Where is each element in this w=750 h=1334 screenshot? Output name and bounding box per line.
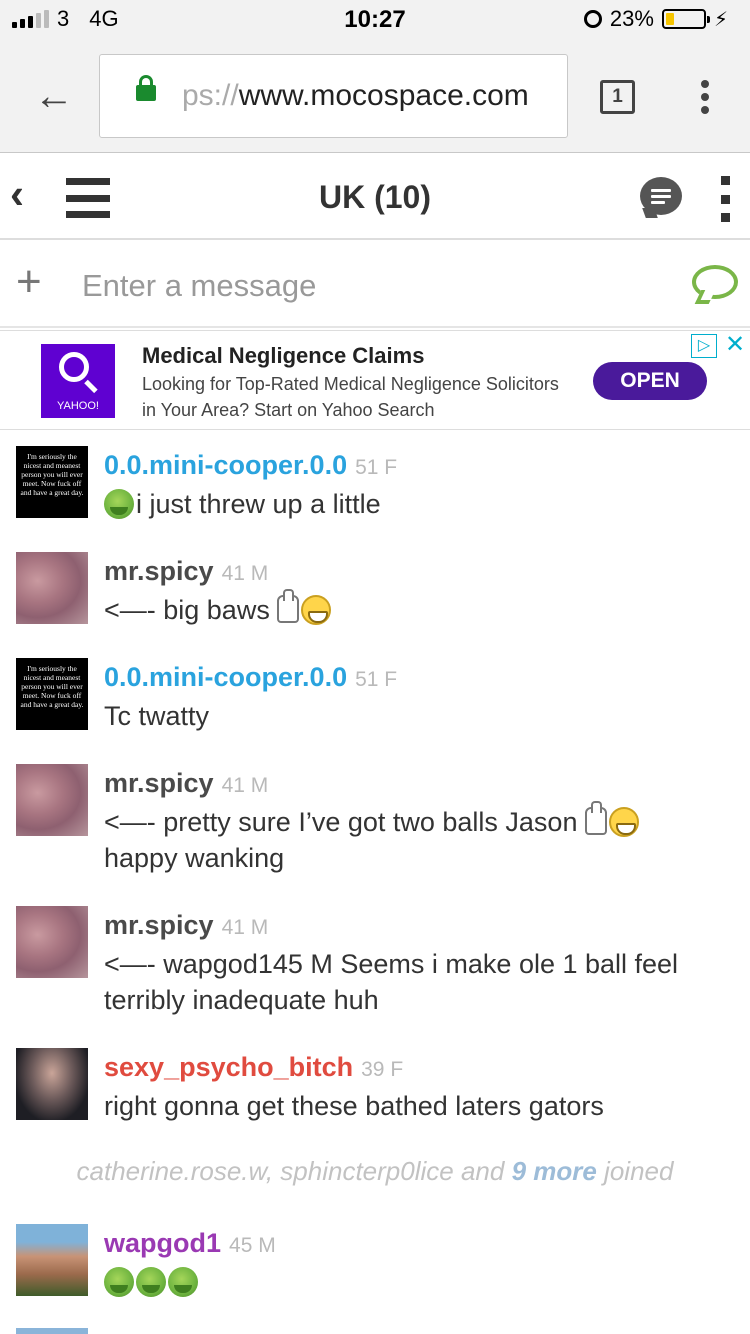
username[interactable]: 0.0.mini-cooper.0.0 bbox=[104, 450, 347, 480]
room-title: UK (10) bbox=[318, 179, 431, 215]
grinning-face-icon bbox=[301, 595, 332, 625]
adchoices-icon[interactable]: ▷ bbox=[691, 334, 717, 358]
nauseated-face-icon bbox=[168, 1267, 198, 1297]
username[interactable]: mr.spicy bbox=[104, 556, 214, 586]
message-body: right gonna get these bathed laters gato… bbox=[104, 1091, 604, 1121]
avatar[interactable]: I'm seriously the nicest and meanest per… bbox=[16, 658, 88, 730]
username[interactable]: wapgod1 bbox=[104, 1228, 221, 1258]
message-body: i just threw up a little bbox=[136, 489, 381, 519]
battery-percent: 23% bbox=[609, 6, 654, 31]
app-menu-icon[interactable] bbox=[720, 176, 730, 222]
user-meta: 39 F bbox=[361, 1058, 404, 1081]
battery-fill bbox=[665, 13, 675, 25]
user-meta: 45 M bbox=[229, 1234, 276, 1257]
message-text: <—- pretty sure I’ve got two balls Jason… bbox=[104, 801, 734, 876]
message-username[interactable]: mr.spicy 41 M bbox=[104, 910, 268, 941]
avatar[interactable] bbox=[16, 1328, 88, 1334]
ad-brand-label: YAHOO! bbox=[57, 400, 99, 412]
user-meta: 41 M bbox=[221, 916, 269, 939]
status-bar: 3 4G 10:27 23% ⚡ bbox=[0, 0, 750, 40]
nauseated-face-icon bbox=[104, 1267, 134, 1297]
url-scheme: ps:// bbox=[182, 79, 239, 112]
nauseated-face-icon bbox=[136, 1267, 166, 1297]
url-text[interactable]: ps://www.mocospace.com bbox=[182, 79, 529, 113]
ad-open-button[interactable]: OPEN bbox=[593, 362, 707, 400]
ad-banner[interactable]: YAHOO! Medical Negligence Claims Looking… bbox=[0, 330, 750, 430]
avatar[interactable] bbox=[16, 906, 88, 978]
battery-icon bbox=[661, 9, 710, 29]
chat-bubble-icon[interactable] bbox=[640, 177, 682, 215]
message-text: <—- wapgod145 M Seems i make ole 1 ball … bbox=[104, 946, 734, 1018]
alarm-icon bbox=[583, 10, 602, 28]
ad-description: Looking for Top-Rated Medical Negligence… bbox=[142, 374, 559, 420]
yahoo-logo: YAHOO! bbox=[41, 344, 115, 418]
message-input[interactable] bbox=[82, 266, 662, 306]
username[interactable]: 0.0.mini-cooper.0.0 bbox=[104, 662, 347, 692]
ad-close-icon[interactable]: ✕ bbox=[722, 333, 748, 358]
message-text: <—- big baws bbox=[104, 589, 734, 628]
ad-title: Medical Negligence Claims bbox=[142, 343, 425, 368]
avatar[interactable] bbox=[16, 764, 88, 836]
avatar[interactable] bbox=[16, 1048, 88, 1120]
message-text: i just threw up a little bbox=[104, 486, 734, 522]
message-composer: + bbox=[0, 240, 750, 328]
user-meta: 41 M bbox=[221, 562, 269, 585]
avatar[interactable]: I'm seriously the nicest and meanest per… bbox=[16, 446, 88, 518]
joined-users: catherine.rose.w, sphincterp0lice and bbox=[76, 1156, 512, 1186]
message-username[interactable]: 0.0.mini-cooper.0.0 51 F bbox=[104, 662, 397, 693]
joined-more-link[interactable]: 9 more bbox=[512, 1156, 597, 1186]
user-meta: 51 F bbox=[355, 668, 398, 691]
message-body: <—- pretty sure I’ve got two balls Jason bbox=[104, 807, 578, 837]
grinning-face-icon bbox=[608, 807, 639, 837]
url-host: www.mocospace.com bbox=[238, 79, 529, 112]
message-username[interactable]: sexy_psycho_bitch 39 F bbox=[104, 1052, 403, 1083]
message-body: <—- big baws bbox=[104, 595, 270, 625]
message-username[interactable]: mr.spicy 41 M bbox=[104, 768, 268, 799]
message-username[interactable]: 0.0.mini-cooper.0.0 51 F bbox=[104, 450, 397, 481]
tab-switcher-button[interactable]: 1 bbox=[600, 80, 635, 114]
message-body: Tc twatty bbox=[104, 701, 210, 731]
charging-icon: ⚡ bbox=[713, 8, 728, 31]
username[interactable]: mr.spicy bbox=[104, 768, 214, 798]
message-text: right gonna get these bathed laters gato… bbox=[104, 1088, 734, 1124]
address-bar[interactable]: ps://www.mocospace.com bbox=[99, 54, 568, 138]
battery-group: 23% ⚡ bbox=[583, 6, 728, 32]
message-text: Tc twatty bbox=[104, 698, 734, 734]
message-body: <—- wapgod145 M Seems i make ole 1 ball … bbox=[104, 949, 679, 1015]
message-body-line2: happy wanking bbox=[104, 843, 285, 873]
lock-icon bbox=[136, 75, 156, 101]
browser-toolbar: ← ps://www.mocospace.com 1 bbox=[0, 40, 750, 153]
thumbs-up-icon bbox=[277, 589, 300, 623]
username[interactable]: sexy_psycho_bitch bbox=[104, 1052, 353, 1082]
user-meta: 41 M bbox=[221, 774, 269, 797]
add-attachment-icon[interactable]: + bbox=[16, 260, 42, 304]
avatar[interactable] bbox=[16, 1224, 88, 1296]
search-icon bbox=[59, 352, 89, 382]
message-username[interactable]: mr.spicy 41 M bbox=[104, 556, 268, 587]
message-text bbox=[104, 1264, 734, 1300]
browser-back-icon[interactable]: ← bbox=[34, 76, 74, 116]
joined-suffix: joined bbox=[596, 1156, 674, 1186]
joined-notice: catherine.rose.w, sphincterp0lice and 9 … bbox=[0, 1156, 750, 1187]
thumbs-up-icon bbox=[584, 801, 607, 835]
username[interactable]: mr.spicy bbox=[104, 910, 214, 940]
message-username[interactable]: wapgod1 45 M bbox=[104, 1228, 276, 1259]
browser-menu-icon[interactable] bbox=[700, 80, 710, 114]
avatar[interactable] bbox=[16, 552, 88, 624]
send-message-icon[interactable] bbox=[692, 265, 738, 299]
app-header: ‹ UK (10) bbox=[0, 154, 750, 240]
nauseated-face-icon bbox=[104, 489, 134, 519]
user-meta: 51 F bbox=[355, 456, 398, 479]
